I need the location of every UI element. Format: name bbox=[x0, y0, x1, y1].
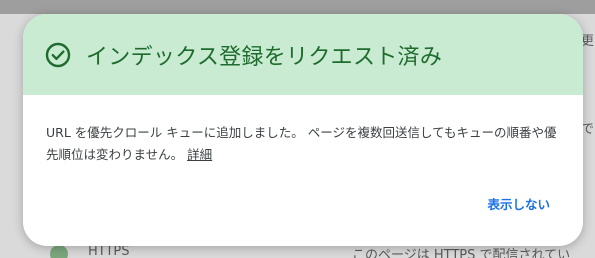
background-text-fragment: 更 bbox=[581, 34, 595, 49]
details-link[interactable]: 詳細 bbox=[187, 147, 212, 162]
dialog-actions: 表示しない bbox=[487, 194, 550, 213]
dialog-title: インデックス登録をリクエスト済み bbox=[86, 44, 443, 70]
background-row-label: HTTPS bbox=[88, 244, 130, 258]
dialog-message: URL を優先クロール キューに追加しました。 ページを複数回送信してもキューの… bbox=[46, 125, 557, 162]
dismiss-button[interactable]: 表示しない bbox=[487, 194, 550, 213]
dialog-body: URL を優先クロール キューに追加しました。 ページを複数回送信してもキューの… bbox=[23, 95, 583, 166]
indexing-requested-dialog: インデックス登録をリクエスト済み URL を優先クロール キューに追加しました。… bbox=[23, 14, 583, 246]
check-circle-filled-icon bbox=[50, 245, 68, 258]
background-top-strip bbox=[0, 0, 595, 14]
background-text-fragment: で bbox=[581, 122, 595, 137]
dialog-header: インデックス登録をリクエスト済み bbox=[23, 14, 583, 95]
background-row-description: このページは HTTPS で配信されてい bbox=[352, 248, 571, 258]
check-circle-icon bbox=[45, 42, 71, 68]
